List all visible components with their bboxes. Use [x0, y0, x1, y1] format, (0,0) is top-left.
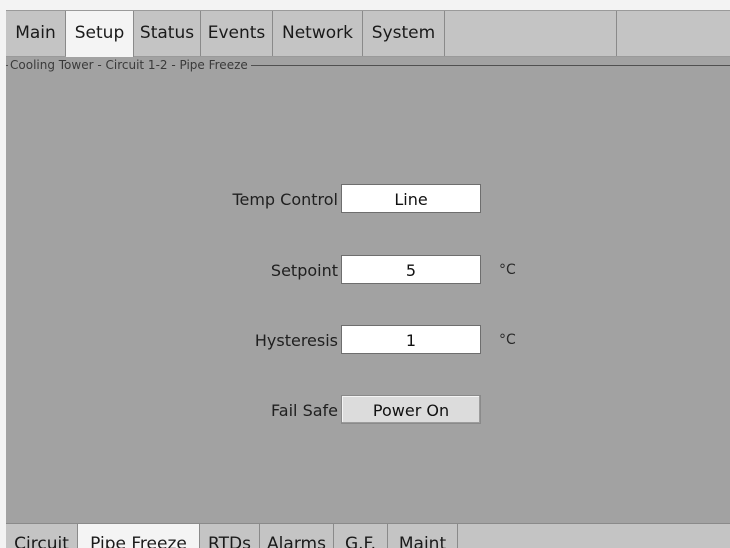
setup-panel: Cooling Tower - Circuit 1-2 - Pipe Freez… — [6, 57, 730, 523]
tab-empty-2 — [617, 11, 730, 56]
tab-system[interactable]: System — [363, 11, 445, 56]
fail-safe-button[interactable]: Power On — [341, 395, 481, 424]
tab-pipe-freeze[interactable]: Pipe Freeze — [78, 524, 200, 548]
hysteresis-label: Hysteresis — [254, 331, 338, 350]
tab-rtds[interactable]: RTDs — [200, 524, 260, 548]
hysteresis-unit: °C — [499, 332, 516, 348]
bottom-tab-bar: Circuit Pipe Freeze RTDs Alarms G.F. Mai… — [6, 523, 730, 548]
tab-network[interactable]: Network — [273, 11, 363, 56]
tab-status[interactable]: Status — [134, 11, 201, 56]
temp-control-label: Temp Control — [232, 190, 338, 209]
tab-setup[interactable]: Setup — [66, 11, 134, 58]
tab-events[interactable]: Events — [201, 11, 273, 56]
tab-empty-1 — [445, 11, 617, 56]
setpoint-field[interactable]: 5 — [341, 255, 481, 284]
tab-alarms[interactable]: Alarms — [260, 524, 334, 548]
tab-maint[interactable]: Maint — [388, 524, 458, 548]
tab-circuit[interactable]: Circuit — [6, 524, 78, 548]
fail-safe-label: Fail Safe — [271, 401, 338, 420]
tab-main[interactable]: Main — [6, 11, 66, 56]
setpoint-unit: °C — [499, 262, 516, 278]
group-title: Cooling Tower - Circuit 1-2 - Pipe Freez… — [8, 57, 251, 73]
setpoint-label: Setpoint — [270, 261, 338, 280]
temp-control-field[interactable]: Line — [341, 184, 481, 213]
hysteresis-field[interactable]: 1 — [341, 325, 481, 354]
tab-gf[interactable]: G.F. — [334, 524, 388, 548]
controller-screen: Main Setup Status Events Network System … — [0, 0, 730, 548]
top-tab-bar: Main Setup Status Events Network System — [6, 10, 730, 58]
